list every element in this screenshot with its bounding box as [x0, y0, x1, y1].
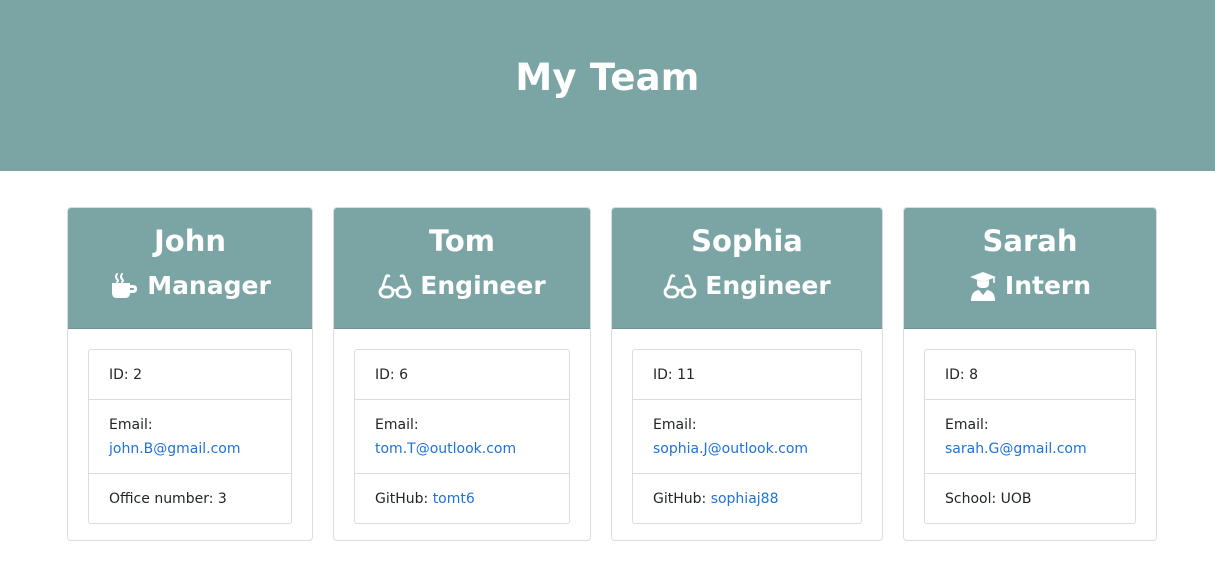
- card-header: Tom Engineer: [334, 208, 590, 329]
- glasses-icon: [663, 273, 697, 299]
- card-body: ID: 8 Email: sarah.G@gmail.com School: U…: [904, 329, 1156, 540]
- email-row: Email: sarah.G@gmail.com: [925, 400, 1135, 474]
- id-label: ID:: [375, 367, 395, 383]
- card-header: John Manager: [68, 208, 312, 329]
- role-label: Engineer: [705, 271, 831, 300]
- page-title: My Team: [515, 56, 700, 99]
- card-header: Sophia Engineer: [612, 208, 882, 329]
- github-label: GitHub:: [375, 491, 429, 507]
- github-link[interactable]: tomt6: [433, 491, 475, 507]
- email-label: Email:: [375, 417, 419, 433]
- id-row: ID: 11: [633, 350, 861, 400]
- email-label: Email:: [945, 417, 989, 433]
- office-number-label: Office number:: [109, 491, 214, 507]
- email-link[interactable]: sophia.J@outlook.com: [653, 441, 808, 457]
- id-value: 8: [969, 367, 979, 383]
- coffee-icon: [109, 272, 139, 300]
- github-label: GitHub:: [653, 491, 707, 507]
- id-value: 6: [399, 367, 409, 383]
- school-label: School:: [945, 491, 997, 507]
- id-label: ID:: [109, 367, 129, 383]
- github-row: GitHub: tomt6: [355, 474, 569, 523]
- employee-card-sarah: Sarah Intern ID: 8 Email: sarah.G@gmail.…: [903, 207, 1157, 541]
- id-row: ID: 2: [89, 350, 291, 400]
- email-row: Email: sophia.J@outlook.com: [633, 400, 861, 474]
- github-row: GitHub: sophiaj88: [633, 474, 861, 523]
- employee-details: ID: 11 Email: sophia.J@outlook.com GitHu…: [632, 349, 862, 524]
- card-body: ID: 11 Email: sophia.J@outlook.com GitHu…: [612, 329, 882, 540]
- employee-role: Engineer: [334, 271, 590, 301]
- card-body: ID: 2 Email: john.B@gmail.com Office num…: [68, 329, 312, 540]
- employee-card-tom: Tom Engineer ID: 6 Email: tom.T@outlook.…: [333, 207, 591, 541]
- id-value: 2: [133, 367, 143, 383]
- role-label: Engineer: [420, 271, 546, 300]
- school-value: UOB: [1000, 491, 1032, 507]
- employee-name: Sophia: [691, 224, 803, 258]
- school-row: School: UOB: [925, 474, 1135, 523]
- email-row: Email: john.B@gmail.com: [89, 400, 291, 474]
- github-link[interactable]: sophiaj88: [711, 491, 779, 507]
- employee-details: ID: 2 Email: john.B@gmail.com Office num…: [88, 349, 292, 524]
- role-label: Manager: [147, 271, 271, 300]
- id-row: ID: 6: [355, 350, 569, 400]
- employee-role: Intern: [904, 271, 1156, 301]
- email-label: Email:: [653, 417, 697, 433]
- employee-card-sophia: Sophia Engineer ID: 11 Email: sophia.J@o…: [611, 207, 883, 541]
- employee-details: ID: 6 Email: tom.T@outlook.com GitHub: t…: [354, 349, 570, 524]
- employee-name: Sarah: [982, 224, 1078, 258]
- office-number-row: Office number: 3: [89, 474, 291, 523]
- employee-details: ID: 8 Email: sarah.G@gmail.com School: U…: [924, 349, 1136, 524]
- role-label: Intern: [1004, 271, 1092, 300]
- employee-name: Tom: [428, 224, 496, 258]
- email-link[interactable]: sarah.G@gmail.com: [945, 441, 1087, 457]
- id-label: ID:: [945, 367, 965, 383]
- employee-role: Manager: [68, 271, 312, 301]
- glasses-icon: [378, 273, 412, 299]
- graduate-icon: [969, 271, 997, 301]
- page-header: My Team: [0, 0, 1215, 171]
- id-value: 11: [677, 367, 695, 383]
- card-header: Sarah Intern: [904, 208, 1156, 329]
- id-row: ID: 8: [925, 350, 1135, 400]
- office-number-value: 3: [217, 491, 227, 507]
- email-label: Email:: [109, 417, 153, 433]
- employee-card-john: John Manager ID: 2 Email: john.B@gmail.c…: [67, 207, 313, 541]
- card-body: ID: 6 Email: tom.T@outlook.com GitHub: t…: [334, 329, 590, 540]
- employee-role: Engineer: [612, 271, 882, 301]
- email-link[interactable]: tom.T@outlook.com: [375, 441, 516, 457]
- email-row: Email: tom.T@outlook.com: [355, 400, 569, 474]
- email-link[interactable]: john.B@gmail.com: [109, 441, 241, 457]
- id-label: ID:: [653, 367, 673, 383]
- employee-name: John: [153, 224, 226, 258]
